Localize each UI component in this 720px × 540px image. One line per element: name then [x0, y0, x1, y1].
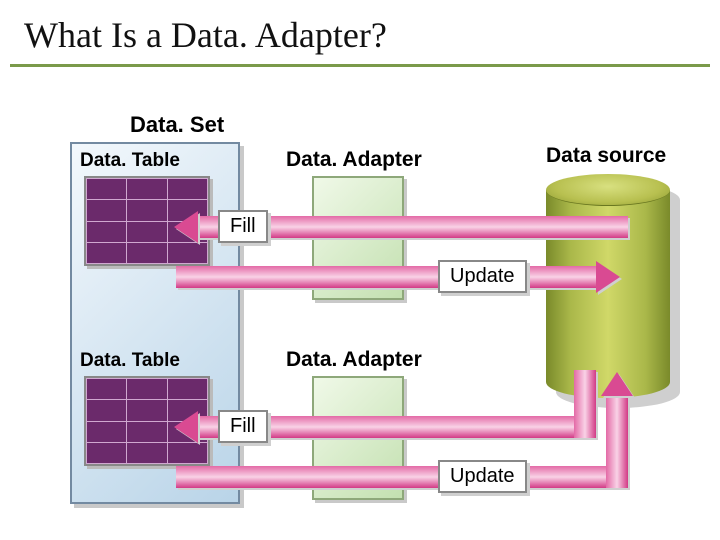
fill2-arrow-bar-v [574, 370, 596, 438]
fill1-arrow-head [174, 211, 198, 243]
adapter1-label: Data. Adapter [286, 148, 422, 172]
fill1-label: Fill [218, 210, 268, 243]
update2-arrow-bar-v [606, 394, 628, 488]
fill2-arrow-head [174, 411, 198, 443]
update1-arrow-bar [176, 266, 598, 288]
update2-arrow-head [601, 372, 633, 396]
slide-title: What Is a Data. Adapter? [24, 14, 387, 56]
datatable1-label: Data. Table [80, 150, 180, 172]
datasource-label: Data source [546, 144, 666, 168]
dataset-label: Data. Set [130, 112, 224, 138]
update1-arrow-head [596, 261, 620, 293]
title-underline [10, 64, 710, 67]
adapter2-label: Data. Adapter [286, 348, 422, 372]
datatable2-label: Data. Table [80, 350, 180, 372]
update2-arrow-bar-h [176, 466, 628, 488]
update1-label: Update [438, 260, 527, 293]
fill2-label: Fill [218, 410, 268, 443]
update2-label: Update [438, 460, 527, 493]
